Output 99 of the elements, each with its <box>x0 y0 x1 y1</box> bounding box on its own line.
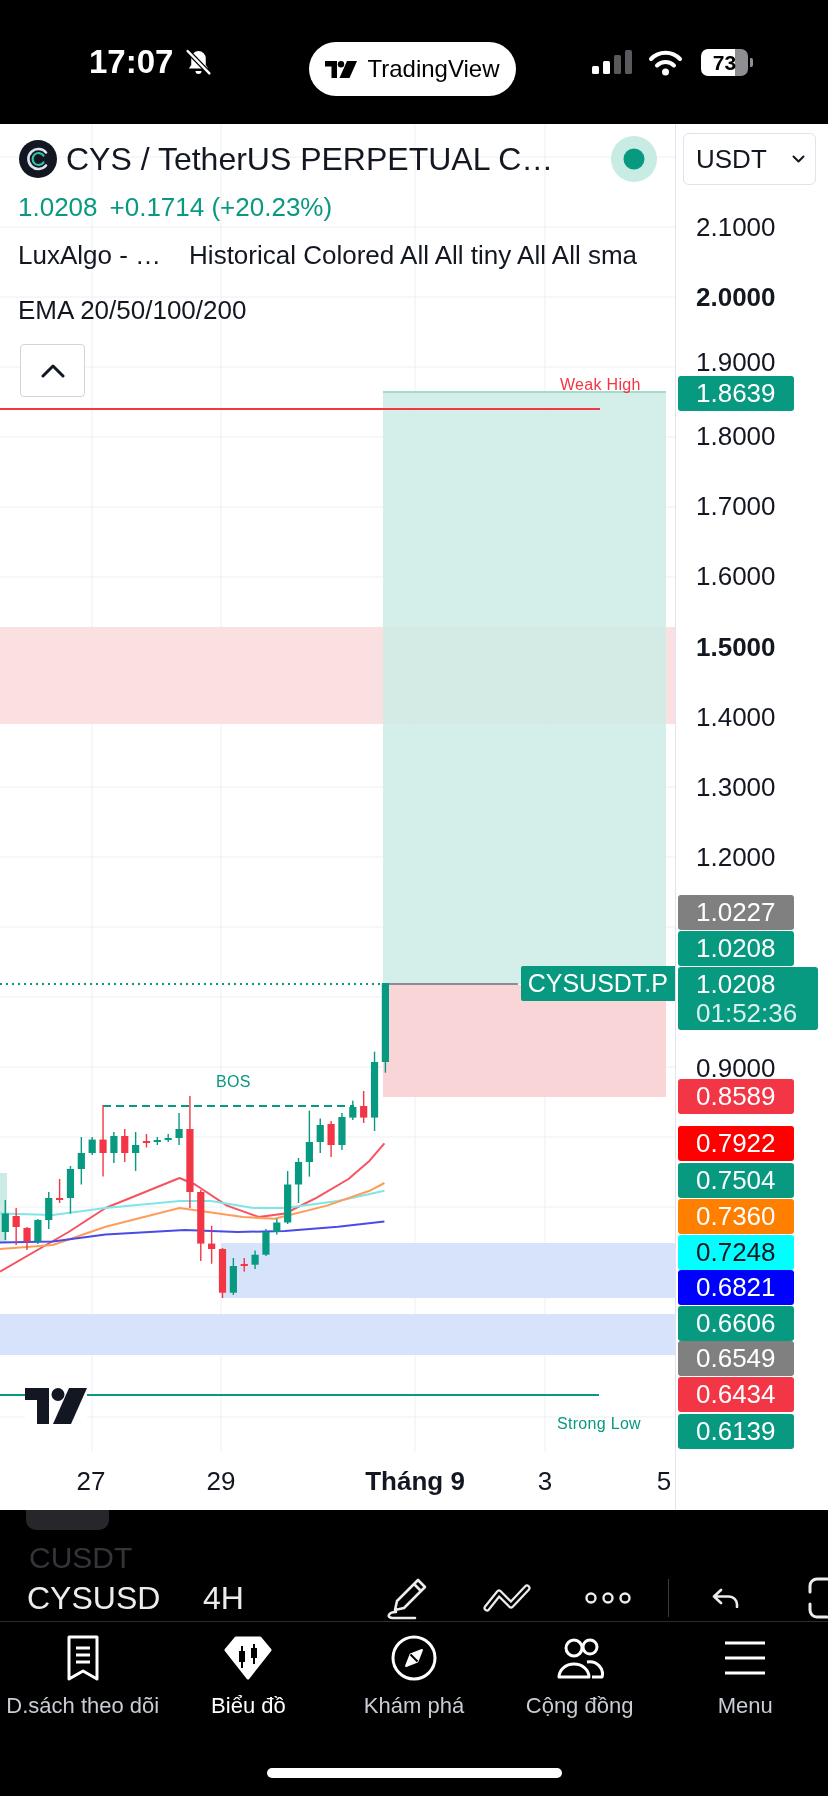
candle <box>327 1121 335 1157</box>
candle <box>121 1129 129 1162</box>
price-tag: 0.7922 <box>678 1126 794 1161</box>
price-tick-label: 2.0000 <box>696 282 776 312</box>
price-tag: 0.7360 <box>678 1199 794 1234</box>
candle <box>164 1134 172 1142</box>
compass-icon <box>390 1635 438 1681</box>
price-tag: 0.6139 <box>678 1414 794 1449</box>
candle <box>77 1137 85 1185</box>
candle <box>110 1132 118 1163</box>
interval-button[interactable]: 4H <box>203 1578 253 1618</box>
indicator-settings: Historical Colored All All tiny All All sma <box>189 240 638 270</box>
battery-percent: 73 <box>701 48 748 76</box>
price-tag: 1.0208 <box>678 931 794 966</box>
signal-icon <box>592 50 632 74</box>
price-tick-label: 1.2000 <box>696 842 776 872</box>
candle <box>273 1218 281 1235</box>
indicator-name: LuxAlgo - … <box>18 240 162 270</box>
candle <box>240 1258 248 1272</box>
price-tick-label: 1.7000 <box>696 491 776 521</box>
symbol-title: CYS / TetherUS PERPETUAL C… <box>66 140 554 178</box>
price-tag: 0.6434 <box>678 1377 794 1412</box>
candle <box>142 1134 151 1148</box>
nav-tab[interactable]: Cộng đồng <box>496 1635 663 1719</box>
candle <box>66 1166 75 1214</box>
candle <box>34 1219 42 1244</box>
indicator-name: EMA 20/50/100/200 <box>18 295 247 325</box>
price-tag: 0.6606 <box>678 1306 794 1341</box>
faded-symbol-text: CUSDT <box>29 1541 133 1575</box>
symbol-button[interactable]: CYSUSD <box>27 1578 177 1618</box>
price-tag: 0.7248 <box>678 1235 794 1270</box>
candle <box>23 1227 31 1250</box>
candle <box>294 1158 303 1203</box>
candle <box>12 1208 20 1245</box>
candle <box>284 1171 292 1224</box>
app-pill[interactable]: TradingView <box>309 42 516 96</box>
last-price: 1.0208 <box>18 192 98 222</box>
price-change: +0.1714 (+20.23%) <box>109 192 333 222</box>
price-tag: 1.8639 <box>678 376 794 411</box>
candle <box>175 1113 183 1145</box>
candle <box>218 1248 227 1298</box>
candle <box>316 1118 324 1153</box>
price-tag: 0.6821 <box>678 1270 794 1305</box>
candle <box>360 1091 368 1123</box>
candle <box>153 1137 161 1145</box>
candle <box>338 1113 346 1150</box>
nav-tab[interactable]: D.sách theo dõi <box>0 1635 166 1719</box>
nav-tab[interactable]: Biểu đồ <box>165 1635 332 1719</box>
candle <box>99 1105 107 1177</box>
symbol-logo-icon <box>19 140 57 178</box>
price-tick-label: 1.9000 <box>696 347 776 377</box>
symbol-tag: CYSUSDT.P <box>520 966 675 1001</box>
tag-price: 1.0208 <box>696 969 777 999</box>
nav-tab[interactable]: Menu <box>662 1635 828 1719</box>
candle <box>132 1132 140 1171</box>
price-tag: 1.0227 <box>678 895 794 930</box>
strong-low-label: Strong Low <box>557 1414 641 1434</box>
price-tick-label: 1.3000 <box>696 772 776 802</box>
currency-dropdown[interactable]: USDT <box>683 133 816 185</box>
price-tick-label: 1.8000 <box>696 421 776 451</box>
date-label: 29 <box>206 1465 236 1498</box>
candle <box>262 1229 270 1256</box>
candle <box>305 1110 313 1177</box>
chevron-up-icon <box>40 363 65 378</box>
pencil-icon[interactable] <box>385 1576 428 1620</box>
price-tick-label: 1.4000 <box>696 702 776 732</box>
zigzag-icon[interactable] <box>483 1584 531 1612</box>
date-label: 5 <box>656 1465 672 1498</box>
date-label: 3 <box>537 1465 553 1498</box>
countdown-timer: 01:52:36 <box>696 998 799 1028</box>
candles-icon <box>224 1635 273 1681</box>
wifi-icon <box>647 48 684 76</box>
date-label: Tháng 9 <box>365 1465 465 1498</box>
weak-high-label: Weak High <box>560 375 641 395</box>
candle <box>1 1200 9 1240</box>
price-tag: 0.7504 <box>678 1163 794 1198</box>
candle <box>251 1250 259 1269</box>
candle <box>349 1100 357 1120</box>
bracket-icon[interactable] <box>808 1577 828 1619</box>
more-icon[interactable] <box>585 1592 631 1604</box>
undo-icon[interactable] <box>712 1588 740 1608</box>
date-label: 27 <box>76 1465 106 1498</box>
price-tick-label: 1.6000 <box>696 561 776 591</box>
status-time: 17:07 <box>89 42 175 82</box>
candle <box>229 1258 237 1295</box>
price-tag: 0.6549 <box>678 1341 794 1376</box>
candle <box>208 1225 216 1264</box>
nav-tab[interactable]: Khám phá <box>331 1635 497 1719</box>
candle <box>197 1190 205 1261</box>
price-tag: 0.8589 <box>678 1079 794 1114</box>
candle <box>88 1137 96 1155</box>
logo-icon <box>325 60 358 78</box>
chevron-down-icon <box>792 155 805 163</box>
candle <box>45 1192 53 1229</box>
bos-label: BOS <box>216 1072 251 1092</box>
collapse-button[interactable] <box>20 344 85 397</box>
candle <box>56 1179 64 1203</box>
price-tick-label: 1.5000 <box>696 632 776 662</box>
price-tick-label: 2.1000 <box>696 212 776 242</box>
